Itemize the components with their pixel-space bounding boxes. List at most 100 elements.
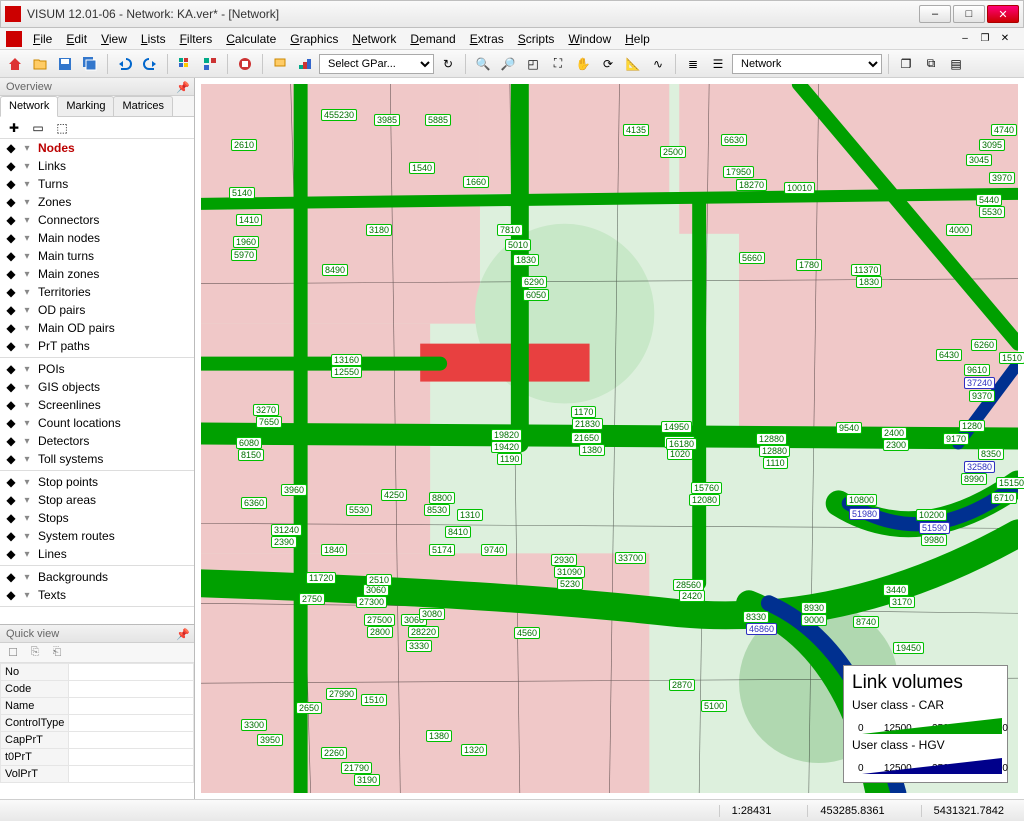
gpar-reload-icon[interactable]: ↻: [437, 53, 459, 75]
tool1-icon[interactable]: ∿: [647, 53, 669, 75]
filter-icon[interactable]: ▾: [20, 588, 34, 602]
mdi-restore-button[interactable]: ❐: [976, 32, 994, 46]
filter-icon[interactable]: ▾: [20, 493, 34, 507]
filter-icon[interactable]: ▾: [20, 249, 34, 263]
gpar-select[interactable]: Select GPar...: [319, 54, 434, 74]
tree-item-toll-systems[interactable]: ◆▾Toll systems: [0, 450, 194, 468]
qv-row-value[interactable]: [69, 715, 194, 732]
menu-edit[interactable]: Edit: [59, 30, 94, 48]
tree-item-screenlines[interactable]: ◆▾Screenlines: [0, 396, 194, 414]
save-icon[interactable]: [54, 53, 76, 75]
menu-scripts[interactable]: Scripts: [511, 30, 562, 48]
tree-item-territories[interactable]: ◆▾Territories: [0, 283, 194, 301]
tree-item-nodes[interactable]: ◆▾Nodes: [0, 139, 194, 157]
qv-copy-icon[interactable]: ⎘: [26, 645, 44, 661]
tab-marking[interactable]: Marking: [57, 96, 114, 116]
map-view[interactable]: 4552303985588541352500154026101410166051…: [195, 78, 1024, 799]
pin-icon[interactable]: 📌: [176, 628, 188, 640]
measure-icon[interactable]: 📐: [622, 53, 644, 75]
tree-item-pois[interactable]: ◆▾POIs: [0, 360, 194, 378]
filter-icon[interactable]: ▾: [20, 380, 34, 394]
region-icon[interactable]: ◰: [522, 53, 544, 75]
app-menu-icon[interactable]: [6, 31, 22, 47]
close-button[interactable]: ✕: [987, 5, 1019, 23]
win1-icon[interactable]: ❐: [895, 53, 917, 75]
tree-item-od-pairs[interactable]: ◆▾OD pairs: [0, 301, 194, 319]
tree-item-links[interactable]: ◆▾Links: [0, 157, 194, 175]
filter-icon[interactable]: ▾: [20, 267, 34, 281]
layers2-icon[interactable]: [199, 53, 221, 75]
filter-icon[interactable]: ▾: [20, 570, 34, 584]
mdi-close-button[interactable]: ✕: [996, 32, 1014, 46]
select-tool-icon[interactable]: ▭: [28, 119, 48, 137]
filter-icon[interactable]: ▾: [20, 321, 34, 335]
tree-item-system-routes[interactable]: ◆▾System routes: [0, 527, 194, 545]
filter-icon[interactable]: ▾: [20, 195, 34, 209]
filter-icon[interactable]: ▾: [20, 511, 34, 525]
filter-icon[interactable]: ▾: [20, 452, 34, 466]
zoomin-icon[interactable]: 🔍: [472, 53, 494, 75]
region-tool-icon[interactable]: ⬚: [52, 119, 72, 137]
win2-icon[interactable]: ⧉: [920, 53, 942, 75]
tree-item-connectors[interactable]: ◆▾Connectors: [0, 211, 194, 229]
extent-icon[interactable]: ⛶: [547, 53, 569, 75]
refresh-icon[interactable]: ⟳: [597, 53, 619, 75]
pan-icon[interactable]: ✋: [572, 53, 594, 75]
tree-item-main-od-pairs[interactable]: ◆▾Main OD pairs: [0, 319, 194, 337]
tree-item-prt-paths[interactable]: ◆▾PrT paths: [0, 337, 194, 355]
quick-view-grid[interactable]: NoCodeNameControlTypeCapPrTt0PrTVolPrT: [0, 663, 194, 799]
save-all-icon[interactable]: [79, 53, 101, 75]
filter-icon[interactable]: ▾: [20, 529, 34, 543]
tab-network[interactable]: Network: [0, 96, 58, 117]
filter-icon[interactable]: ▾: [20, 475, 34, 489]
menu-filters[interactable]: Filters: [173, 30, 220, 48]
filter-icon[interactable]: ▾: [20, 303, 34, 317]
filter-icon[interactable]: ▾: [20, 339, 34, 353]
tree-item-main-nodes[interactable]: ◆▾Main nodes: [0, 229, 194, 247]
tree-item-zones[interactable]: ◆▾Zones: [0, 193, 194, 211]
layers1-icon[interactable]: [174, 53, 196, 75]
tree-item-backgrounds[interactable]: ◆▾Backgrounds: [0, 568, 194, 586]
win3-icon[interactable]: ▤: [945, 53, 967, 75]
menu-network[interactable]: Network: [345, 30, 403, 48]
stop-icon[interactable]: [234, 53, 256, 75]
tree-item-stop-points[interactable]: ◆▾Stop points: [0, 473, 194, 491]
filter-icon[interactable]: ▾: [20, 141, 34, 155]
menu-window[interactable]: Window: [561, 30, 618, 48]
filter-icon[interactable]: ▾: [20, 159, 34, 173]
filter-icon[interactable]: ▾: [20, 285, 34, 299]
tree-item-texts[interactable]: ◆▾Texts: [0, 586, 194, 604]
mdi-minimize-button[interactable]: –: [956, 32, 974, 46]
tab-matrices[interactable]: Matrices: [113, 96, 173, 116]
minimize-button[interactable]: –: [919, 5, 951, 23]
zoomout-icon[interactable]: 🔎: [497, 53, 519, 75]
format-icon[interactable]: [294, 53, 316, 75]
tree-item-stops[interactable]: ◆▾Stops: [0, 509, 194, 527]
menu-lists[interactable]: Lists: [134, 30, 173, 48]
tree-item-turns[interactable]: ◆▾Turns: [0, 175, 194, 193]
pin-icon[interactable]: 📌: [176, 81, 188, 93]
qv-checkbox-icon[interactable]: ☐: [4, 645, 22, 661]
filter-icon[interactable]: ▾: [20, 231, 34, 245]
network-select[interactable]: Network: [732, 54, 882, 74]
filter1-icon[interactable]: ≣: [682, 53, 704, 75]
menu-view[interactable]: View: [94, 30, 134, 48]
menu-help[interactable]: Help: [618, 30, 657, 48]
tree-item-lines[interactable]: ◆▾Lines: [0, 545, 194, 563]
tree-item-main-zones[interactable]: ◆▾Main zones: [0, 265, 194, 283]
menu-demand[interactable]: Demand: [403, 30, 462, 48]
filter-icon[interactable]: ▾: [20, 416, 34, 430]
filter-icon[interactable]: ▾: [20, 547, 34, 561]
qv-row-value[interactable]: [69, 766, 194, 783]
qv-row-value[interactable]: [69, 698, 194, 715]
menu-calculate[interactable]: Calculate: [219, 30, 283, 48]
menu-file[interactable]: File: [26, 30, 59, 48]
home-icon[interactable]: [4, 53, 26, 75]
add-tool-icon[interactable]: ✚: [4, 119, 24, 137]
tree-item-stop-areas[interactable]: ◆▾Stop areas: [0, 491, 194, 509]
menu-extras[interactable]: Extras: [463, 30, 511, 48]
qv-row-value[interactable]: [69, 681, 194, 698]
tree-item-count-locations[interactable]: ◆▾Count locations: [0, 414, 194, 432]
maximize-button[interactable]: □: [953, 5, 985, 23]
menu-graphics[interactable]: Graphics: [283, 30, 345, 48]
